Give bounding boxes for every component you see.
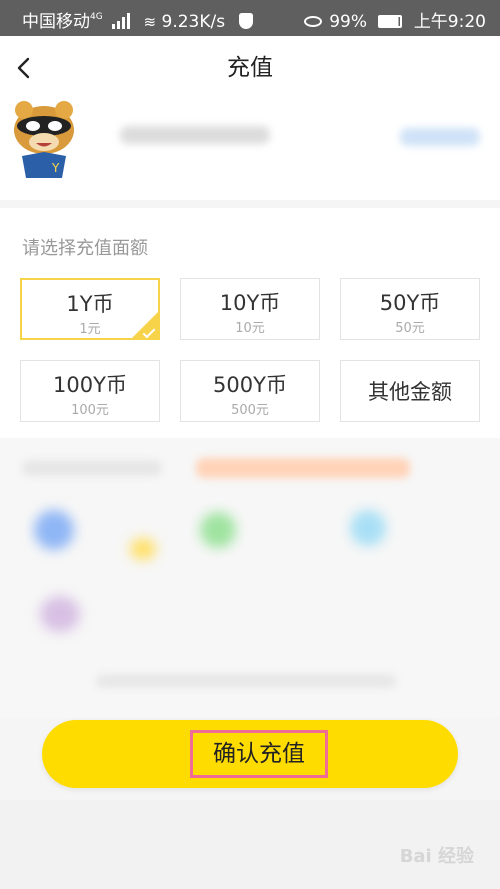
amount-option-1[interactable]: 1Y币 1元 bbox=[20, 278, 160, 340]
watermark-text: Bai 经验 bbox=[399, 846, 474, 867]
avatar: Y bbox=[8, 100, 80, 194]
user-card: Y bbox=[0, 100, 500, 200]
back-button[interactable] bbox=[8, 50, 44, 86]
network-type: 4G bbox=[90, 12, 103, 22]
shield-icon bbox=[238, 13, 253, 29]
amount-prompt: 请选择充值面额 bbox=[22, 238, 148, 259]
amount-option-other[interactable]: 其他金额 bbox=[340, 360, 480, 422]
amount-option-10[interactable]: 10Y币 10元 bbox=[180, 278, 320, 340]
svg-text:Y: Y bbox=[51, 161, 60, 175]
battery-icon bbox=[378, 15, 403, 28]
wifi-icon: ≋ bbox=[143, 13, 157, 31]
page-title: 充值 bbox=[227, 55, 273, 81]
amount-option-100[interactable]: 100Y币 100元 bbox=[20, 360, 160, 422]
clock: 上午9:20 bbox=[413, 12, 486, 32]
option-amount: 10Y币 bbox=[219, 291, 281, 315]
mascot-avatar-icon: Y bbox=[14, 101, 74, 178]
signal-icon bbox=[112, 13, 134, 29]
confirm-recharge-button[interactable]: 确认充值 bbox=[42, 720, 458, 788]
payment-methods-blurred bbox=[0, 438, 500, 718]
option-price: 10元 bbox=[235, 321, 265, 336]
app-header: 充值 bbox=[0, 36, 500, 100]
option-price: 50元 bbox=[395, 321, 425, 336]
option-other-label: 其他金额 bbox=[368, 380, 452, 404]
network-speed: 9.23K/s bbox=[161, 12, 226, 32]
recharge-panel: 请选择充值面额 1Y币 1元 10Y币 10元 50Y币 50元 100Y币 1… bbox=[0, 208, 500, 438]
option-price: 500元 bbox=[231, 403, 269, 418]
amount-option-50[interactable]: 50Y币 50元 bbox=[340, 278, 480, 340]
status-bar: 中国移动4G ≋ 9.23K/s 99% 上午9:20 bbox=[0, 0, 500, 36]
eye-icon bbox=[303, 16, 322, 27]
confirm-recharge-label: 确认充值 bbox=[190, 730, 328, 778]
carrier-label: 中国移动 bbox=[22, 12, 90, 32]
battery-percent: 99% bbox=[329, 12, 367, 32]
option-amount: 100Y币 bbox=[53, 373, 127, 397]
option-amount: 500Y币 bbox=[213, 373, 287, 397]
option-price: 100元 bbox=[71, 403, 109, 418]
chevron-left-icon bbox=[17, 57, 30, 79]
option-amount: 50Y币 bbox=[379, 291, 441, 315]
amount-option-500[interactable]: 500Y币 500元 bbox=[180, 360, 320, 422]
